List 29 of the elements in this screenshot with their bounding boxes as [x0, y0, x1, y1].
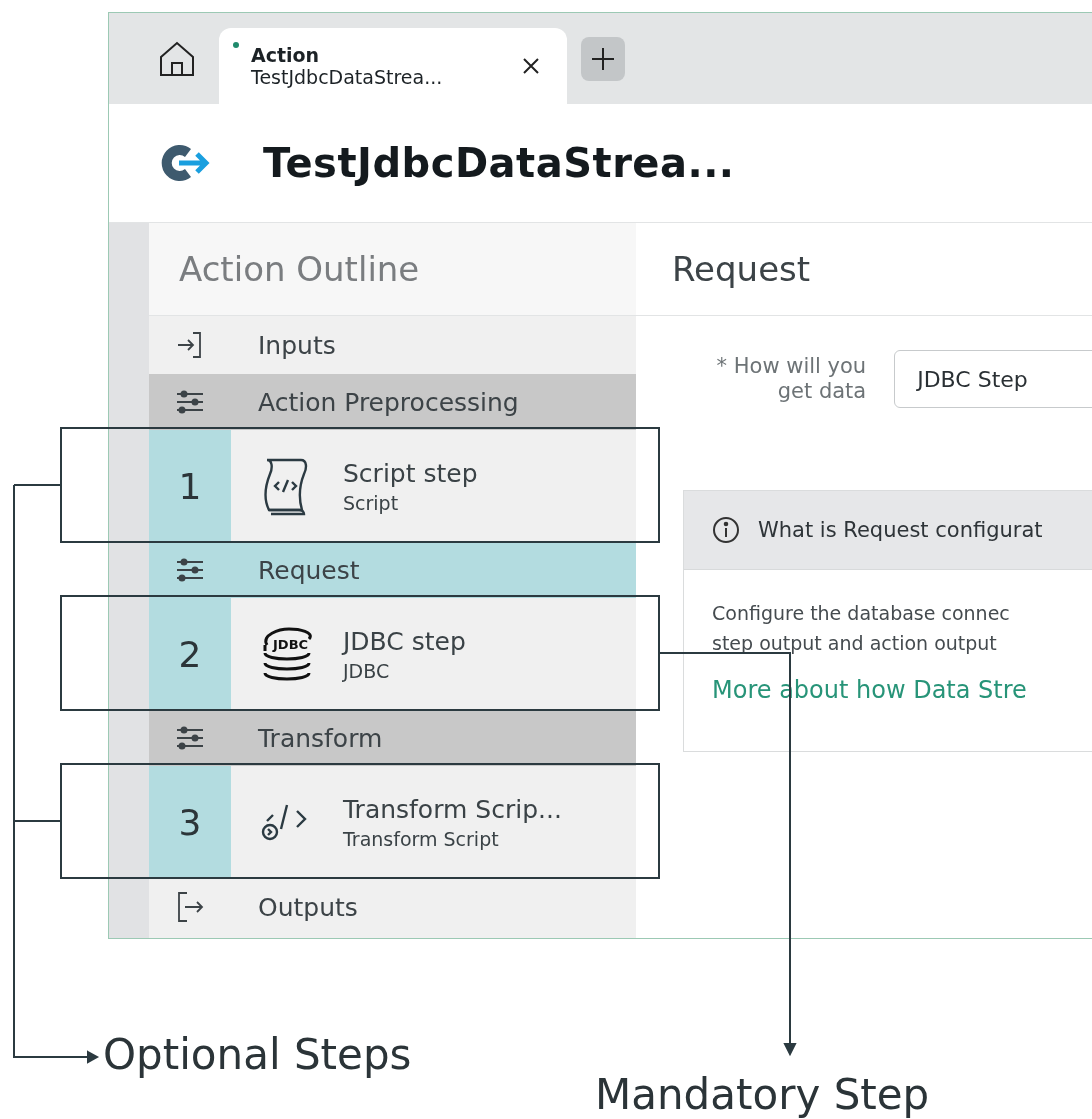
- select-field[interactable]: JDBC Step: [894, 350, 1092, 408]
- page-title: TestJdbcDataStrea...: [263, 140, 735, 186]
- field-label: * How will you get data: [715, 353, 867, 405]
- section-label: Action Preprocessing: [257, 387, 519, 417]
- step-number: 2: [149, 598, 231, 710]
- annotation-label: Mandatory Step: [595, 1070, 930, 1119]
- tab-type: Action: [251, 44, 321, 66]
- tab-title: TestJdbcDataStrea...: [251, 66, 443, 88]
- outline-item[interactable]: Outputs: [231, 892, 358, 922]
- step-title: JDBC step: [343, 626, 466, 656]
- step-type: Script: [343, 491, 400, 514]
- outline-item[interactable]: Inputs: [231, 330, 336, 360]
- step-type: Transform Script: [343, 827, 500, 850]
- section-label: Transform: [257, 723, 383, 753]
- step-title: Script step: [343, 458, 478, 488]
- section-header[interactable]: Request: [149, 542, 636, 598]
- step-number: 1: [149, 430, 231, 542]
- outline-title: Action Outline: [149, 223, 636, 316]
- document-tab[interactable]: Action TestJdbcDataStrea...: [219, 28, 567, 104]
- section-label: Request: [257, 555, 360, 585]
- step-title: Transform Scrip...: [343, 794, 562, 824]
- step-type: JDBC: [343, 659, 391, 682]
- annotation-label: Optional Steps: [103, 1030, 412, 1079]
- step-number: 3: [149, 766, 231, 878]
- section-header[interactable]: Action Preprocessing: [149, 374, 636, 430]
- info-title: What is Request configurat: [758, 518, 1043, 542]
- section-header[interactable]: Transform: [149, 710, 636, 766]
- panel-title: Request: [636, 223, 1092, 316]
- info-text: Configure the database connec step output and action output: [712, 601, 1011, 656]
